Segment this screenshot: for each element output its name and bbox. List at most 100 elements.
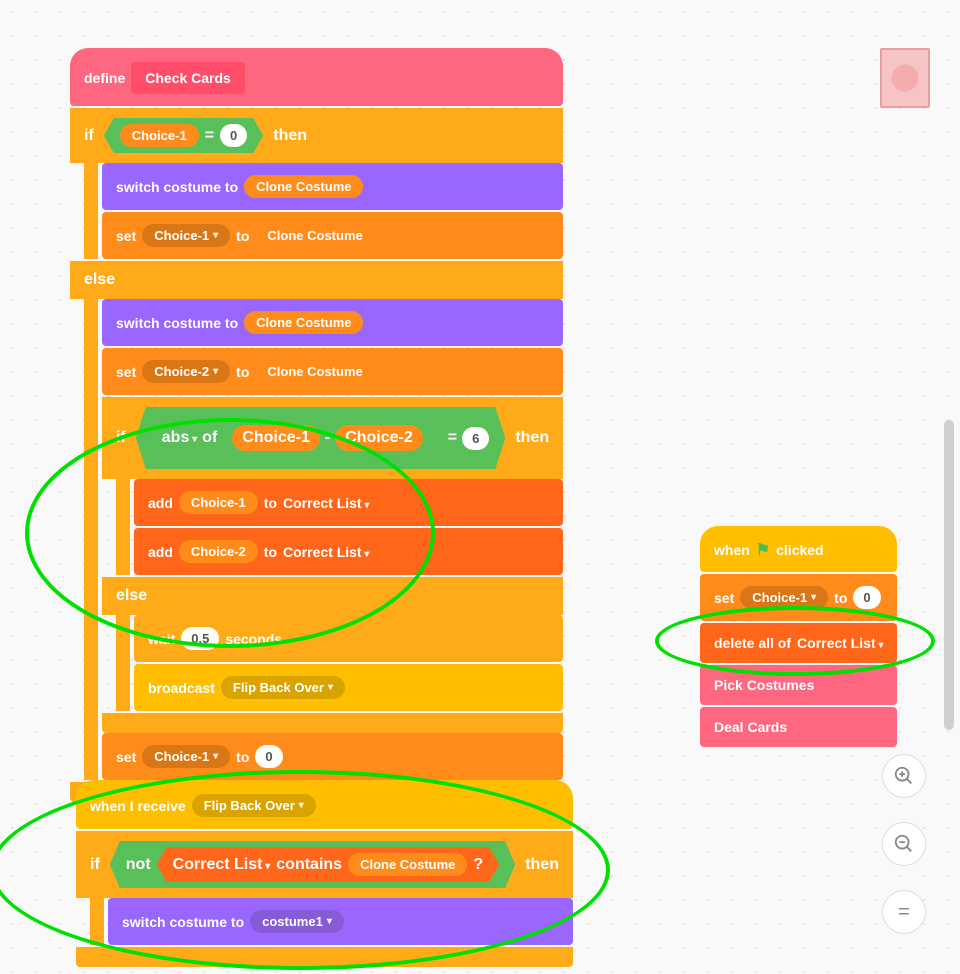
choice1-dropdown[interactable]: Choice-1 <box>142 745 230 768</box>
abs-of-block[interactable]: abs of Choice-1 - Choice-2 <box>152 413 443 463</box>
clone-costume-reporter[interactable]: Clone Costume <box>255 360 374 383</box>
equals-condition[interactable]: Choice-1 = 0 <box>104 118 263 153</box>
c-block-cap <box>102 713 563 733</box>
set-variable-block[interactable]: set Choice-1 to Clone Costume <box>102 212 563 259</box>
choice1-dropdown[interactable]: Choice-1 <box>142 224 230 247</box>
question-mark: ? <box>473 856 483 874</box>
vertical-scrollbar[interactable] <box>944 420 954 730</box>
pick-costumes-label: Pick Costumes <box>714 677 814 693</box>
choice1-reporter[interactable]: Choice-1 <box>179 491 258 514</box>
c-block-cap <box>76 947 573 967</box>
clone-costume-reporter[interactable]: Clone Costume <box>244 175 363 198</box>
to-label: to <box>236 228 249 244</box>
if-else-block-1[interactable]: if Choice-1 = 0 then switch costume to C… <box>70 108 563 802</box>
choice2-reporter[interactable]: Choice-2 <box>179 540 258 563</box>
scratch-workspace[interactable]: define Check Cards if Choice-1 = 0 then … <box>0 0 960 974</box>
zoom-in-button[interactable] <box>882 754 926 798</box>
add-label: add <box>148 495 173 511</box>
deal-cards-call[interactable]: Deal Cards <box>700 707 897 747</box>
to-label: to <box>264 495 277 511</box>
add-to-list-block[interactable]: add Choice-2 to Correct List <box>134 528 563 575</box>
broadcast-block[interactable]: broadcast Flip Back Over <box>134 664 563 711</box>
set-value[interactable]: 0 <box>853 586 880 609</box>
abs-dropdown[interactable]: abs <box>162 429 197 447</box>
main-script-stack[interactable]: define Check Cards if Choice-1 = 0 then … <box>70 48 563 802</box>
zoom-controls: = <box>882 754 926 934</box>
green-flag-icon: ⚑ <box>756 540 770 560</box>
choice2-dropdown[interactable]: Choice-2 <box>142 360 230 383</box>
clone-costume-reporter[interactable]: Clone Costume <box>255 224 374 247</box>
choice1-dropdown[interactable]: Choice-1 <box>740 586 828 609</box>
switch-label: switch costume to <box>116 315 238 331</box>
delete-all-label: delete all of <box>714 635 791 651</box>
equals-value[interactable]: 0 <box>220 124 247 147</box>
add-to-list-block[interactable]: add Choice-1 to Correct List <box>134 479 563 526</box>
wait-value[interactable]: 0.5 <box>181 627 219 650</box>
switch-costume-block[interactable]: switch costume to Clone Costume <box>102 163 563 210</box>
then-label: then <box>273 127 307 145</box>
equals-op: = <box>448 429 457 447</box>
zoom-out-icon <box>893 833 915 855</box>
when-receive-block[interactable]: when I receive Flip Back Over <box>76 780 573 829</box>
set-label: set <box>116 364 136 380</box>
sprite-thumbnail[interactable] <box>880 48 930 108</box>
equals-value[interactable]: 6 <box>462 427 489 450</box>
pick-costumes-call[interactable]: Pick Costumes <box>700 665 897 705</box>
clone-costume-reporter[interactable]: Clone Costume <box>244 311 363 334</box>
minus-op: - <box>325 429 330 447</box>
clicked-label: clicked <box>776 542 823 558</box>
then-label: then <box>515 429 549 447</box>
switch-label: switch costume to <box>116 179 238 195</box>
define-proc-name: Check Cards <box>131 62 245 94</box>
correct-list-dropdown[interactable]: Correct List <box>173 856 271 874</box>
if-label: if <box>84 127 94 145</box>
add-label: add <box>148 544 173 560</box>
delete-all-list-block[interactable]: delete all of Correct List <box>700 623 897 663</box>
switch-costume-block[interactable]: switch costume to Clone Costume <box>102 299 563 346</box>
receive-script-stack[interactable]: when I receive Flip Back Over if not Cor… <box>76 780 573 967</box>
equals-icon: = <box>898 901 910 924</box>
of-label: of <box>202 429 217 447</box>
not-condition[interactable]: not Correct List contains Clone Costume … <box>110 841 515 888</box>
choice2-reporter[interactable]: Choice-2 <box>335 425 423 451</box>
contains-label: contains <box>276 856 342 874</box>
choice1-reporter[interactable]: Choice-1 <box>120 124 199 147</box>
correct-list-dropdown[interactable]: Correct List <box>797 635 883 651</box>
define-block[interactable]: define Check Cards <box>70 48 563 106</box>
cat-sprite-icon <box>887 60 923 96</box>
abs-equals-condition[interactable]: abs of Choice-1 - Choice-2 = 6 <box>136 407 506 469</box>
costume-dropdown[interactable]: costume1 <box>250 910 344 933</box>
correct-list-dropdown[interactable]: Correct List <box>283 544 369 560</box>
list-contains-block[interactable]: Correct List contains Clone Costume ? <box>157 847 500 882</box>
switch-costume-block[interactable]: switch costume to costume1 <box>108 898 573 945</box>
seconds-label: seconds <box>225 631 282 647</box>
set-value[interactable]: 0 <box>255 745 282 768</box>
zoom-out-button[interactable] <box>882 822 926 866</box>
if-block[interactable]: if not Correct List contains Clone Costu… <box>76 831 573 967</box>
set-variable-block[interactable]: set Choice-1 to 0 <box>700 574 897 621</box>
when-receive-label: when I receive <box>90 798 186 814</box>
broadcast-label: broadcast <box>148 680 215 696</box>
correct-list-dropdown[interactable]: Correct List <box>283 495 369 511</box>
not-label: not <box>126 856 151 874</box>
to-label: to <box>834 590 847 606</box>
set-label: set <box>116 228 136 244</box>
else-label: else <box>102 577 563 615</box>
clone-costume-reporter[interactable]: Clone Costume <box>348 853 467 876</box>
flag-script-stack[interactable]: when ⚑ clicked set Choice-1 to 0 delete … <box>700 526 897 749</box>
subtract-block[interactable]: Choice-1 - Choice-2 <box>222 419 432 457</box>
deal-cards-label: Deal Cards <box>714 719 787 735</box>
if-else-block-2[interactable]: if abs of Choice-1 - Choice-2 = 6 <box>102 397 563 733</box>
set-variable-block[interactable]: set Choice-1 to 0 <box>102 733 563 780</box>
set-label: set <box>116 749 136 765</box>
when-flag-clicked-block[interactable]: when ⚑ clicked <box>700 526 897 572</box>
zoom-in-icon <box>893 765 915 787</box>
to-label: to <box>236 364 249 380</box>
wait-block[interactable]: wait 0.5 seconds <box>134 615 563 662</box>
zoom-reset-button[interactable]: = <box>882 890 926 934</box>
to-label: to <box>236 749 249 765</box>
choice1-reporter[interactable]: Choice-1 <box>232 425 320 451</box>
message-dropdown[interactable]: Flip Back Over <box>221 676 345 699</box>
message-dropdown[interactable]: Flip Back Over <box>192 794 316 817</box>
set-variable-block[interactable]: set Choice-2 to Clone Costume <box>102 348 563 395</box>
